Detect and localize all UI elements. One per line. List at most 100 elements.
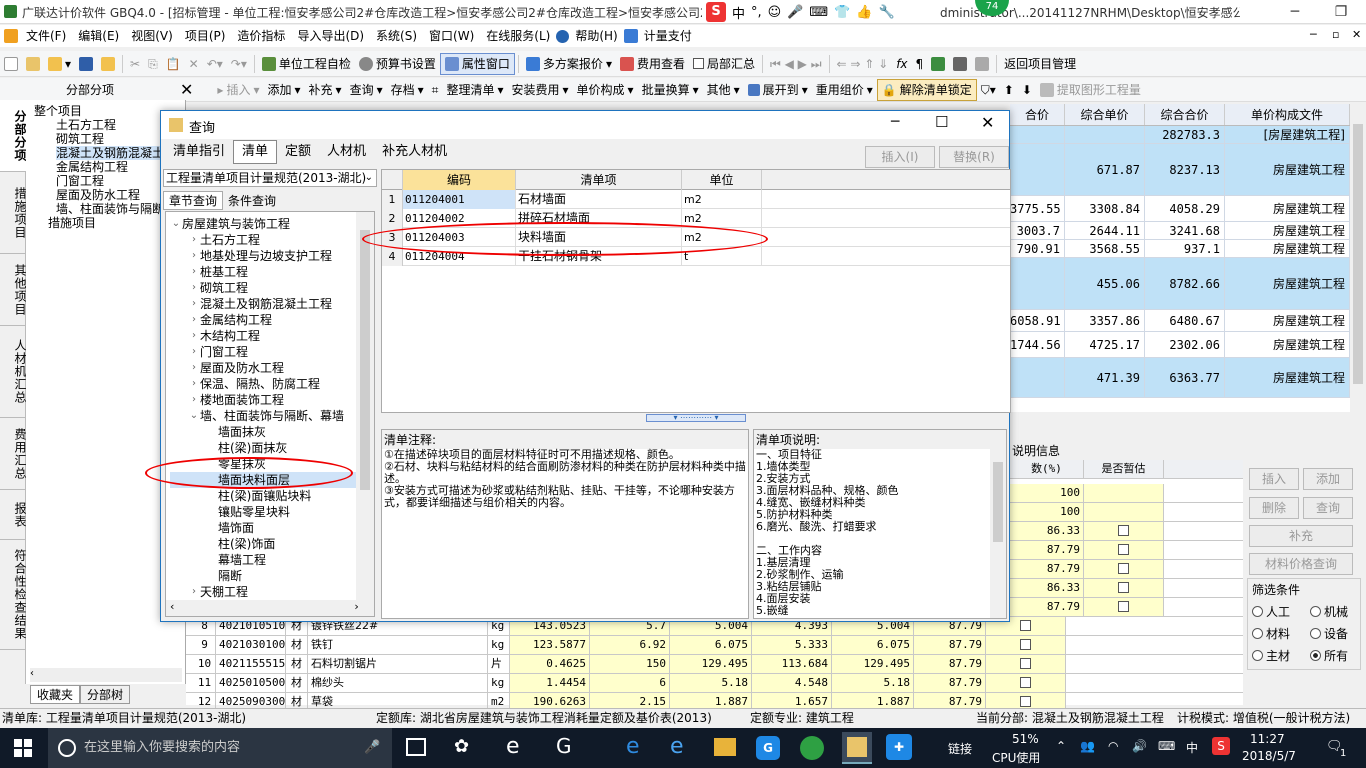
skin-icon[interactable]: 👕 [834, 5, 850, 20]
keyboard-tray-icon[interactable]: ⌨ [1158, 739, 1175, 753]
grid-cell[interactable]: 3357.86 [1065, 310, 1145, 331]
fan-app-icon[interactable]: ✿ [454, 736, 469, 757]
sogou-tray-icon[interactable]: S [1212, 737, 1230, 755]
percent-row[interactable]: 100 [1010, 484, 1243, 503]
expand-toggle-icon[interactable]: › [188, 584, 200, 600]
organize-button[interactable]: 整理清单 ▾ [442, 79, 507, 101]
provisional-cell[interactable] [986, 655, 1066, 673]
unlock-list-button[interactable]: 🔒 解除清单锁定 [876, 78, 977, 101]
grid-cell[interactable]: 房屋建筑工程 [1225, 358, 1350, 397]
material-cell-unit[interactable]: 片 [488, 655, 510, 673]
menu-system[interactable]: 系统(S) [370, 25, 423, 47]
percent-row[interactable]: 87.79 [1010, 560, 1243, 579]
grid-cell[interactable]: 1744.56 [1010, 332, 1065, 357]
add-button[interactable]: 添加 ▾ [263, 79, 304, 101]
material-cell-b[interactable]: 5.18 [670, 674, 752, 692]
material-cell-p[interactable]: 87.79 [914, 636, 986, 654]
install-fee-button[interactable]: 安装费用 ▾ [507, 79, 572, 101]
down-icon[interactable]: ⬇ [1018, 79, 1036, 101]
explorer-icon[interactable] [714, 738, 736, 756]
self-check-button[interactable]: 单位工程自检 [258, 53, 355, 75]
percent-cell[interactable]: 100 [1010, 503, 1084, 521]
gbq-app-icon[interactable] [842, 732, 872, 764]
chapter-tree-item[interactable]: › 木结构工程 [170, 328, 374, 344]
fx-icon[interactable]: fx [892, 53, 911, 75]
dialog-minimize[interactable]: ─ [891, 114, 899, 130]
percent-cell[interactable]: 87.79 [1010, 598, 1084, 616]
percent-cell[interactable]: 86.33 [1010, 579, 1084, 597]
grid-cell[interactable]: 3003.7 [1010, 222, 1065, 239]
provisional-cell[interactable] [1084, 484, 1164, 502]
list-unit[interactable]: m2 [682, 208, 762, 228]
swirl-icon[interactable]: G [556, 734, 572, 758]
percent-cell[interactable]: 100 [1010, 484, 1084, 502]
chapter-tree-item[interactable]: › 地基处理与边坡支护工程 [170, 248, 374, 264]
col-total-price[interactable]: 综合合价 [1145, 104, 1225, 125]
provisional-cell[interactable] [1084, 541, 1164, 559]
sogou-icon[interactable]: S [706, 2, 726, 22]
wifi-icon[interactable]: ◠ [1108, 739, 1118, 753]
chapter-tree-item[interactable]: 墙饰面 [170, 520, 374, 536]
open-icon[interactable]: ▾ [44, 53, 75, 75]
tray-people-icon[interactable]: 👥 [1080, 739, 1095, 753]
tab-favorites[interactable]: 收藏夹 [30, 684, 81, 704]
material-cell-type[interactable]: 材 [286, 655, 308, 673]
tab-supplement-labor[interactable]: 补充人材机 [374, 141, 455, 163]
unit-price-button[interactable]: 单价构成 ▾ [573, 79, 638, 101]
windows-start-icon[interactable] [14, 739, 32, 757]
provisional-cell[interactable] [1084, 579, 1164, 597]
vtab-section[interactable]: 分部分项 [0, 100, 27, 172]
grid-cell[interactable]: 3568.55 [1065, 240, 1145, 257]
taskbar-search-input[interactable]: 在这里输入你要搜索的内容 🎤 [48, 728, 392, 768]
filter-radio[interactable]: 机械 [1310, 603, 1348, 620]
expand-toggle-icon[interactable]: › [188, 328, 200, 344]
dialog-maximize[interactable]: ☐ [935, 113, 948, 131]
chapter-tree-item[interactable]: › 楼地面装饰工程 [170, 392, 374, 408]
filter-radio[interactable]: 材料 [1252, 625, 1290, 642]
radio-icon[interactable] [1252, 650, 1263, 661]
grid-row[interactable]: 790.91 3568.55 937.1 房屋建筑工程 [1010, 240, 1350, 258]
ime-punct[interactable]: °, [751, 5, 762, 20]
grid-cell[interactable]: 3241.68 [1145, 222, 1225, 239]
grid-v-scrollbar[interactable] [1350, 104, 1366, 412]
grid-cell[interactable]: [房屋建筑工程] [1225, 126, 1350, 143]
chapter-tree-item[interactable]: › 砌筑工程 [170, 280, 374, 296]
menu-cost-index[interactable]: 造价指标 [231, 25, 291, 47]
chapter-tree-item[interactable]: 柱(梁)面镶贴块料 [170, 488, 374, 504]
vtab-measures[interactable]: 措施项目 [0, 172, 27, 254]
grid-cell[interactable]: 4058.29 [1145, 196, 1225, 221]
volume-icon[interactable]: 🔊 [1132, 739, 1147, 753]
glodon-icon[interactable]: G [756, 736, 780, 760]
provisional-checkbox[interactable] [1020, 696, 1031, 707]
property-window-button[interactable]: 属性窗口 [439, 52, 515, 75]
tab-labor-material[interactable]: 人材机 [319, 141, 374, 163]
close-panel-icon[interactable]: ✕ [180, 80, 193, 99]
vtab-other[interactable]: 其他项目 [0, 254, 27, 326]
dialog-close[interactable]: ✕ [981, 113, 994, 132]
material-cell-no[interactable]: 11 [194, 674, 216, 692]
chapter-tree-item[interactable]: › 桩基工程 [170, 264, 374, 280]
grid-cell[interactable]: 455.06 [1065, 258, 1145, 309]
material-cell-type[interactable]: 材 [286, 674, 308, 692]
plus-app-icon[interactable]: ✚ [886, 734, 912, 760]
grid-cell[interactable]: 2302.06 [1145, 332, 1225, 357]
new-project-icon[interactable] [22, 53, 44, 75]
grid-row[interactable]: 455.06 8782.66 房屋建筑工程 [1010, 258, 1350, 310]
grid-cell[interactable]: 282783.3 [1145, 126, 1225, 143]
tab-chapter-search[interactable]: 章节查询 [163, 190, 224, 210]
menu-online[interactable]: 在线服务(L) [480, 25, 556, 47]
chapter-tree-item[interactable]: 幕墙工程 [170, 552, 374, 568]
insert-button[interactable]: ▸ 插入 ▾ [213, 79, 263, 101]
archive-button[interactable]: 存档 ▾ [387, 79, 428, 101]
tray-up-icon[interactable]: ⌃ [1056, 739, 1066, 753]
grid-row[interactable]: 671.87 8237.13 房屋建筑工程 [1010, 144, 1350, 196]
provisional-cell[interactable] [986, 674, 1066, 692]
percent-cell[interactable]: 87.79 [1010, 541, 1084, 559]
grid-row[interactable]: 471.39 6363.77 房屋建筑工程 [1010, 358, 1350, 398]
chapter-tree-item[interactable]: › 门窗工程 [170, 344, 374, 360]
grid-row[interactable]: 3003.7 2644.11 3241.68 房屋建筑工程 [1010, 222, 1350, 240]
material-cell-no[interactable]: 10 [194, 655, 216, 673]
col-price-file[interactable]: 单价构成文件 [1225, 104, 1350, 125]
material-row[interactable]: 9 4021030100 材铁钉 kg 123.5877 6.92 6.075 5.333 6.… [186, 636, 1243, 655]
delete-icon[interactable]: ✕ [185, 53, 203, 75]
